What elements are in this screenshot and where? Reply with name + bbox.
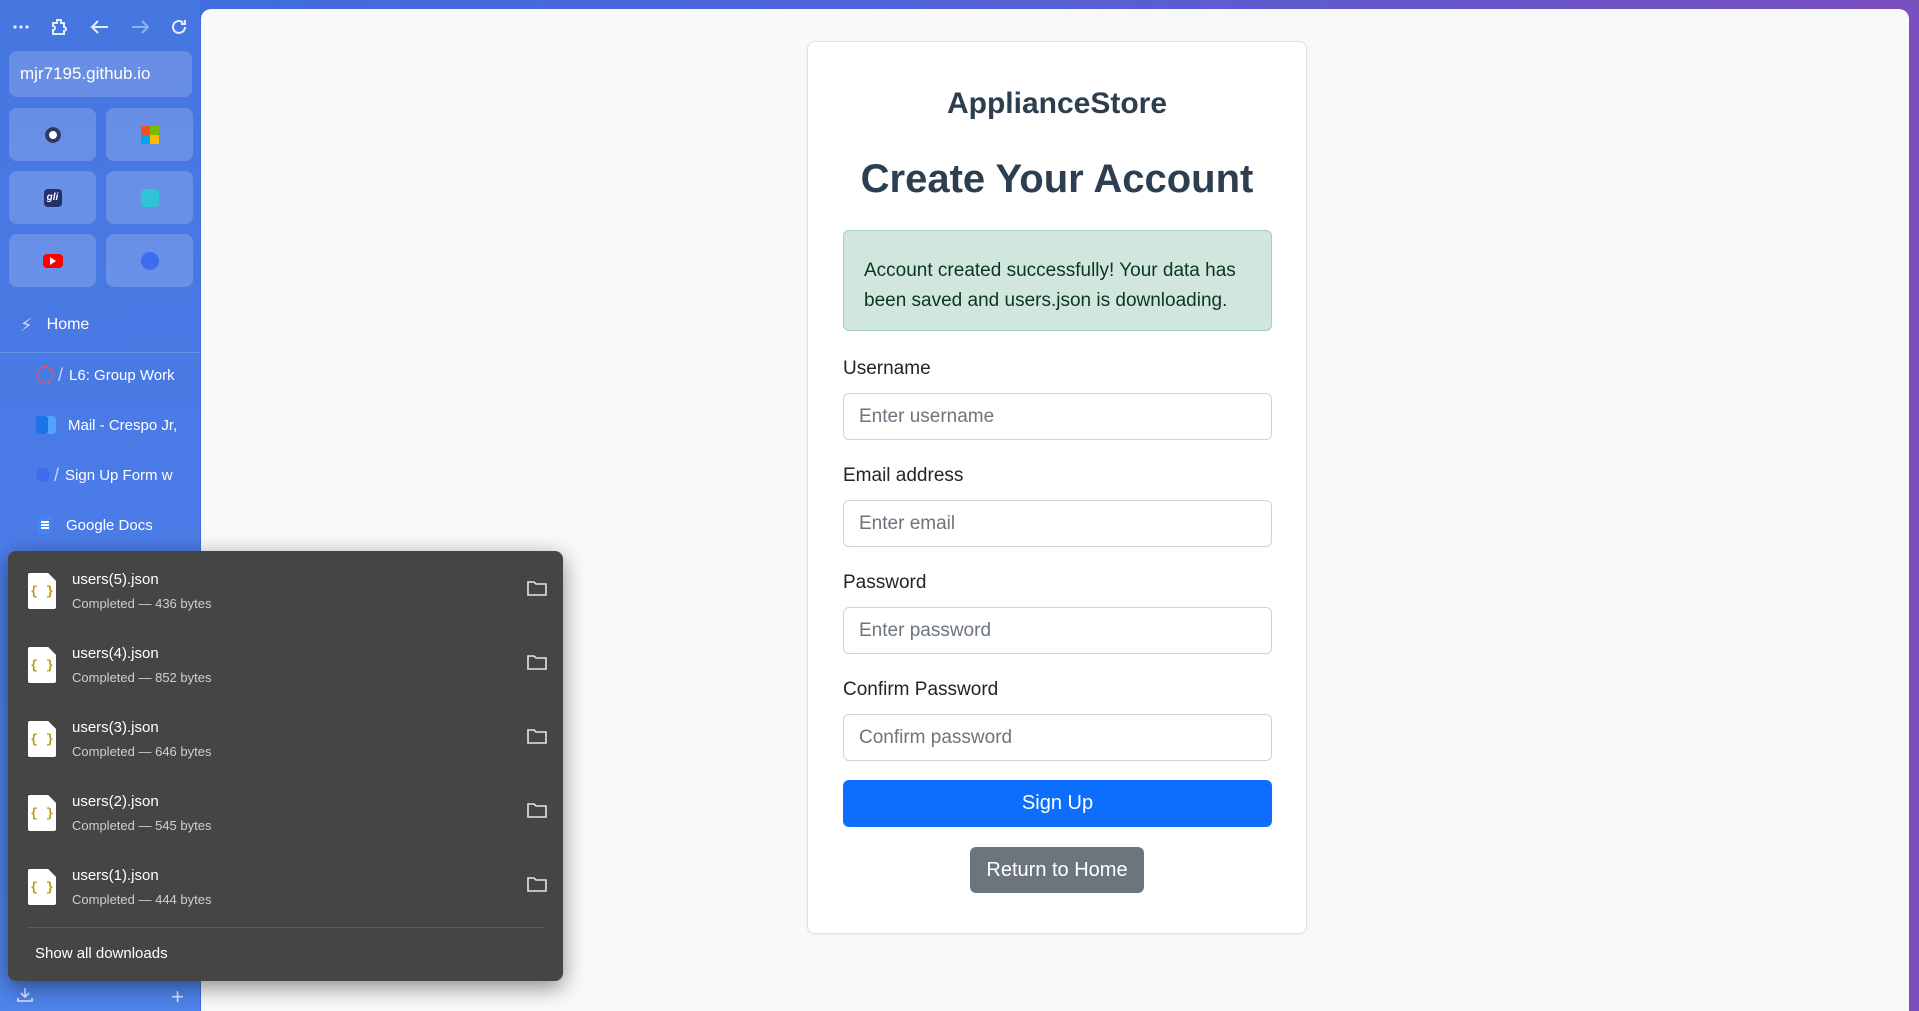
slash-separator: / bbox=[54, 464, 60, 485]
download-status: Completed — 646 bytes bbox=[72, 744, 212, 759]
return-home-button[interactable]: Return to Home bbox=[970, 847, 1144, 893]
sidebar-divider bbox=[0, 352, 200, 353]
download-filename: users(1).json bbox=[72, 867, 159, 884]
download-status: Completed — 545 bytes bbox=[72, 818, 212, 833]
download-icon[interactable] bbox=[16, 986, 34, 1009]
download-filename: users(2).json bbox=[72, 793, 159, 810]
email-label: Email address bbox=[843, 465, 964, 486]
tab-label: Mail - Crespo Jr, bbox=[68, 416, 178, 434]
downloads-flyout: { } users(5).json Completed — 436 bytes … bbox=[8, 551, 563, 981]
pinned-site-4[interactable] bbox=[106, 171, 193, 224]
tab-mail[interactable]: Mail - Crespo Jr, bbox=[0, 405, 200, 445]
pinned-sites: gli bbox=[9, 108, 193, 287]
downloads-divider bbox=[28, 927, 543, 928]
username-input[interactable] bbox=[843, 393, 1272, 440]
download-filename: users(5).json bbox=[72, 571, 159, 588]
json-file-icon: { } bbox=[28, 721, 56, 757]
back-arrow-icon[interactable] bbox=[89, 16, 111, 38]
page-title: Create Your Account bbox=[860, 157, 1254, 201]
json-file-icon: { } bbox=[28, 573, 56, 609]
tab-label: Google Docs bbox=[66, 516, 153, 534]
teal-app-icon bbox=[140, 188, 159, 207]
show-all-downloads-link[interactable]: Show all downloads bbox=[35, 945, 168, 962]
google-docs-icon bbox=[38, 516, 52, 534]
pinned-site-1[interactable] bbox=[9, 108, 96, 161]
sidebar-item-label: Home bbox=[46, 316, 90, 333]
open-folder-icon[interactable] bbox=[527, 653, 547, 671]
sidebar-bottom-bar: + bbox=[0, 983, 200, 1011]
email-input[interactable] bbox=[843, 500, 1272, 547]
open-folder-icon[interactable] bbox=[527, 801, 547, 819]
download-item[interactable]: { } users(3).json Completed — 646 bytes bbox=[8, 699, 563, 773]
forward-arrow-icon[interactable] bbox=[129, 16, 151, 38]
download-status: Completed — 436 bytes bbox=[72, 596, 212, 611]
tab-google-docs[interactable]: Google Docs bbox=[0, 505, 200, 545]
reload-icon[interactable] bbox=[168, 16, 190, 38]
lightning-icon: ⚡ bbox=[20, 314, 33, 335]
sidebar-item-home[interactable]: ⚡ Home bbox=[20, 305, 220, 345]
blue-app-icon bbox=[140, 251, 159, 270]
json-file-icon: { } bbox=[28, 647, 56, 683]
success-alert: Account created successfully! Your data … bbox=[843, 230, 1272, 331]
download-item[interactable]: { } users(2).json Completed — 545 bytes bbox=[8, 773, 563, 847]
download-item[interactable]: { } users(4).json Completed — 852 bytes bbox=[8, 625, 563, 699]
brand-title: ApplianceStore bbox=[946, 87, 1168, 120]
pinned-site-2[interactable] bbox=[106, 108, 193, 161]
blue-app-icon bbox=[36, 468, 50, 482]
youtube-icon bbox=[42, 253, 63, 268]
download-status: Completed — 852 bytes bbox=[72, 670, 212, 685]
tab-group-work[interactable]: / L6: Group Work bbox=[0, 355, 200, 395]
new-tab-plus-icon[interactable]: + bbox=[171, 984, 184, 1010]
open-folder-icon[interactable] bbox=[527, 875, 547, 893]
sidebar-toolbar bbox=[10, 12, 190, 42]
outlook-icon bbox=[36, 416, 56, 434]
more-options-icon[interactable] bbox=[10, 16, 32, 38]
glean-icon: gli bbox=[43, 188, 62, 207]
open-folder-icon[interactable] bbox=[527, 579, 547, 597]
address-bar[interactable]: mjr7195.github.io bbox=[9, 51, 192, 97]
username-label: Username bbox=[843, 358, 931, 379]
password-label: Password bbox=[843, 572, 927, 593]
confirm-password-input[interactable] bbox=[843, 714, 1272, 761]
download-filename: users(3).json bbox=[72, 719, 159, 736]
shield-app-icon bbox=[44, 126, 61, 143]
json-file-icon: { } bbox=[28, 795, 56, 831]
download-item[interactable]: { } users(1).json Completed — 444 bytes bbox=[8, 847, 563, 921]
tab-label: Sign Up Form w bbox=[65, 466, 173, 484]
password-input[interactable] bbox=[843, 607, 1272, 654]
pinned-site-6[interactable] bbox=[106, 234, 193, 287]
signup-card: ApplianceStore Create Your Account Accou… bbox=[807, 41, 1307, 934]
tab-sign-up-form[interactable]: / Sign Up Form w bbox=[0, 455, 200, 495]
open-folder-icon[interactable] bbox=[527, 727, 547, 745]
download-status: Completed — 444 bytes bbox=[72, 892, 212, 907]
sign-up-button[interactable]: Sign Up bbox=[843, 780, 1272, 827]
confirm-password-label: Confirm Password bbox=[843, 679, 999, 700]
download-item[interactable]: { } users(5).json Completed — 436 bytes bbox=[8, 551, 563, 625]
json-file-icon: { } bbox=[28, 869, 56, 905]
extensions-icon[interactable] bbox=[50, 16, 72, 38]
slash-separator: / bbox=[58, 364, 64, 385]
circle-red-icon bbox=[36, 366, 54, 384]
tab-label: L6: Group Work bbox=[69, 366, 175, 384]
download-filename: users(4).json bbox=[72, 645, 159, 662]
microsoft-icon bbox=[140, 125, 159, 144]
pinned-site-3[interactable]: gli bbox=[9, 171, 96, 224]
pinned-site-5[interactable] bbox=[9, 234, 96, 287]
